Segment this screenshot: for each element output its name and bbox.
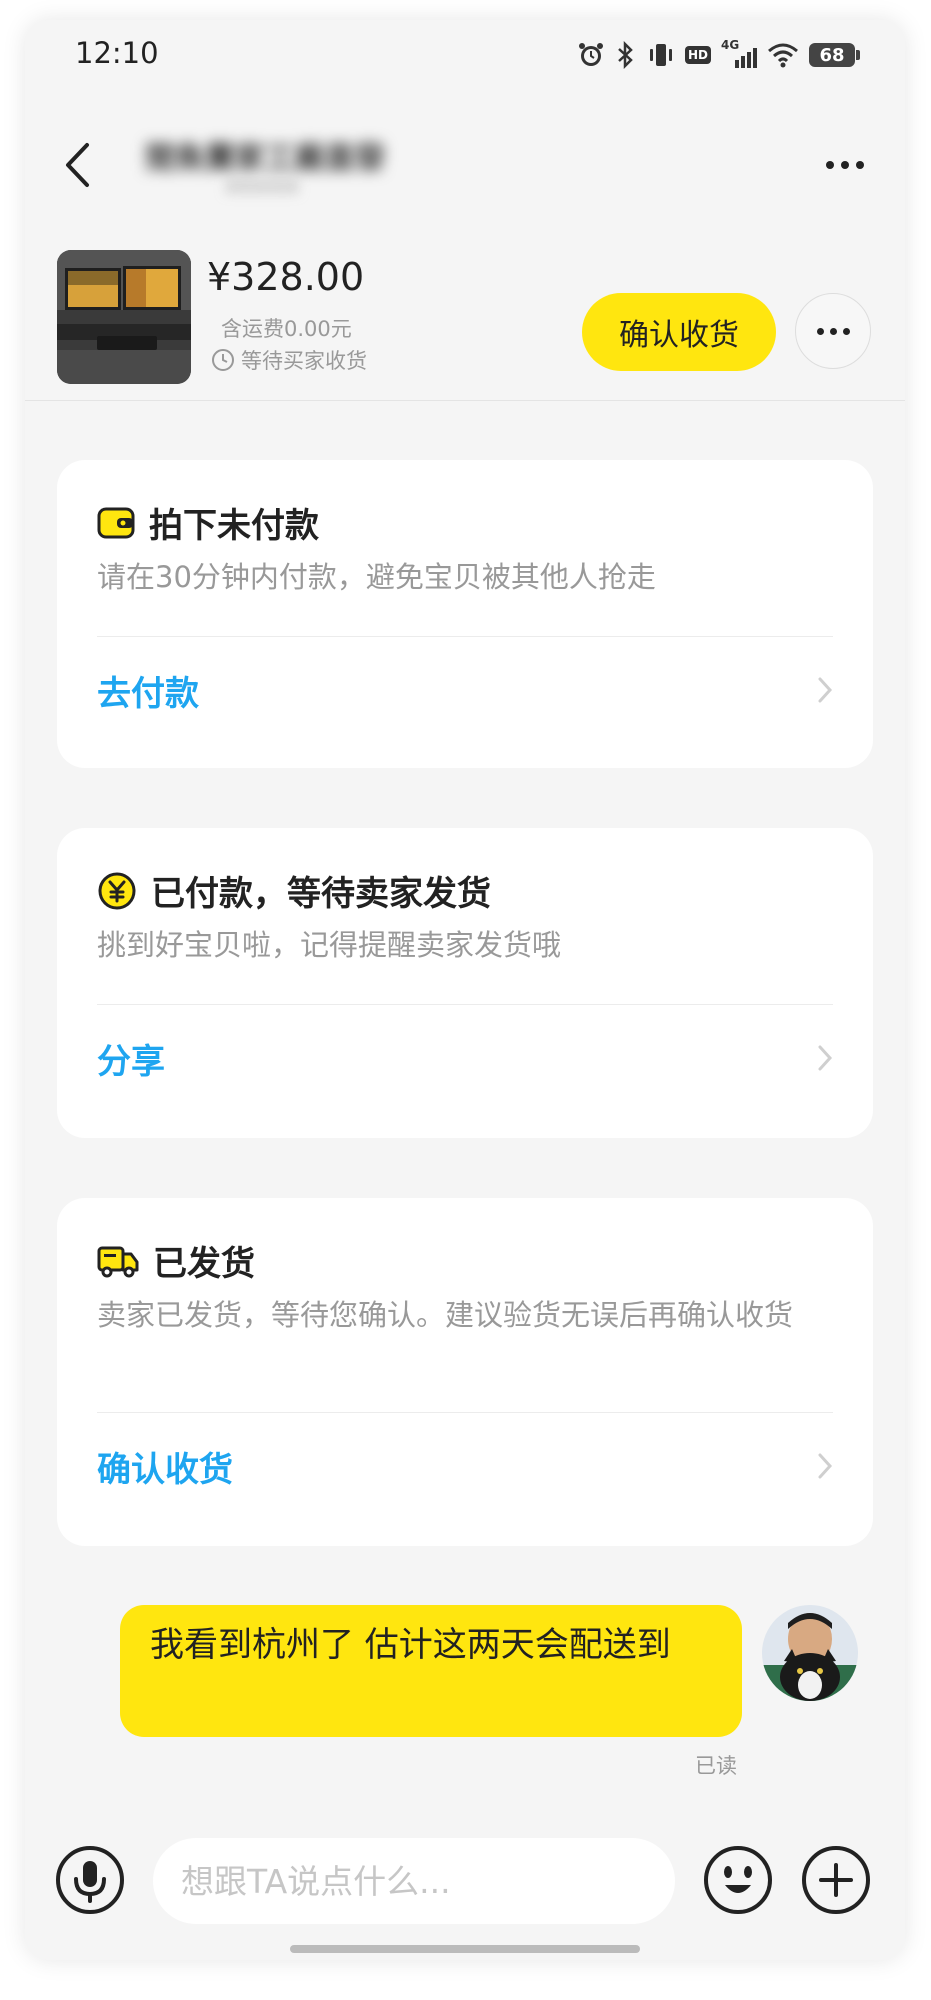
card-description: 请在30分钟内付款，避免宝贝被其他人抢走 [97, 560, 656, 594]
wallet-icon [97, 507, 135, 538]
status-icons: HD 4G 68 [577, 38, 860, 72]
add-button[interactable] [801, 1845, 871, 1915]
confirm-receipt-button[interactable]: 确认收货 [582, 293, 776, 371]
status-bar: 12:10 HD 4G 68 [25, 20, 905, 90]
avatar[interactable] [762, 1605, 858, 1701]
divider [97, 1412, 833, 1413]
yen-coin-icon [98, 872, 136, 909]
chat-title: 閒魚賣家工廠直發 [145, 141, 385, 173]
chevron-right-icon [818, 677, 833, 703]
read-status: 已读 [695, 1754, 737, 1778]
product-image[interactable] [57, 250, 191, 384]
pay-link[interactable]: 去付款 [97, 666, 199, 715]
microphone-icon [56, 1846, 124, 1914]
bluetooth-icon [618, 41, 633, 69]
order-card-shipped: 已发货 卖家已发货，等待您确认。建议验货无误后再确认收货 确认收货 [57, 1198, 873, 1546]
back-button[interactable] [53, 140, 103, 190]
share-action-row[interactable]: 分享 [57, 1006, 873, 1106]
signal-4g-icon: 4G [721, 38, 757, 68]
chevron-left-icon [66, 143, 89, 187]
truck-icon [97, 1246, 139, 1277]
hd-icon: HD [684, 46, 711, 64]
phone-screen: 12:10 HD 4G 68 閒魚賣家工廠直發 XXXXXX ¥328.00 含… [25, 20, 905, 1960]
status-time: 12:10 [75, 36, 159, 70]
pay-action-row[interactable]: 去付款 [57, 638, 873, 738]
emoji-icon [704, 1846, 772, 1914]
emoji-button[interactable] [703, 1845, 773, 1915]
order-card-unpaid: 拍下未付款 请在30分钟内付款，避免宝贝被其他人抢走 去付款 [57, 460, 873, 768]
order-status: 等待买家收货 [211, 345, 367, 375]
card-title-text: 拍下未付款 [149, 506, 319, 546]
card-title: 拍下未付款 [97, 498, 319, 547]
card-description: 卖家已发货，等待您确认。建议验货无误后再确认收货 [97, 1298, 794, 1332]
share-link[interactable]: 分享 [97, 1034, 165, 1083]
card-title-text: 已付款，等待卖家发货 [151, 874, 491, 914]
message-input[interactable] [153, 1838, 675, 1924]
chevron-right-icon [818, 1453, 833, 1479]
card-title: 已发货 [97, 1236, 255, 1285]
divider [97, 1004, 833, 1005]
order-card-paid: 已付款，等待卖家发货 挑到好宝贝啦，记得提醒卖家发货哦 分享 [57, 828, 873, 1138]
more-horizontal-icon [816, 327, 824, 335]
vibrate-icon [649, 44, 672, 66]
product-price: ¥328.00 [207, 255, 365, 299]
confirm-receipt-link[interactable]: 确认收货 [97, 1442, 233, 1491]
clock-icon [212, 349, 234, 371]
confirm-receipt-action-row[interactable]: 确认收货 [57, 1414, 873, 1514]
wifi-icon [768, 43, 798, 68]
input-bar [25, 1835, 905, 1930]
message-bubble[interactable]: 我看到杭州了 估计这两天会配送到 [120, 1605, 742, 1737]
more-horizontal-icon [826, 161, 834, 169]
card-title-text: 已发货 [153, 1244, 255, 1284]
home-indicator[interactable] [290, 1945, 640, 1953]
order-status-text: 等待买家收货 [241, 349, 367, 373]
card-description: 挑到好宝贝啦，记得提醒卖家发货哦 [97, 928, 562, 962]
shipping-fee: 含运费0.00元 [221, 317, 352, 341]
network-label: 4G [721, 38, 740, 52]
product-more-button[interactable] [795, 293, 871, 369]
more-options-button[interactable] [815, 145, 875, 185]
message-row: 我看到杭州了 估计这两天会配送到 已读 [25, 1605, 905, 1778]
alarm-icon [578, 43, 603, 66]
product-summary: ¥328.00 含运费0.00元 等待买家收货 确认收货 [25, 225, 905, 401]
plus-icon [802, 1846, 870, 1914]
chat-header: 閒魚賣家工廠直發 XXXXXX [25, 115, 905, 215]
divider [97, 636, 833, 637]
voice-input-button[interactable] [55, 1845, 125, 1915]
battery-indicator: 68 [809, 43, 860, 67]
chat-subtitle: XXXXXX [225, 177, 299, 198]
card-title: 已付款，等待卖家发货 [97, 866, 491, 915]
chevron-right-icon [818, 1045, 833, 1071]
